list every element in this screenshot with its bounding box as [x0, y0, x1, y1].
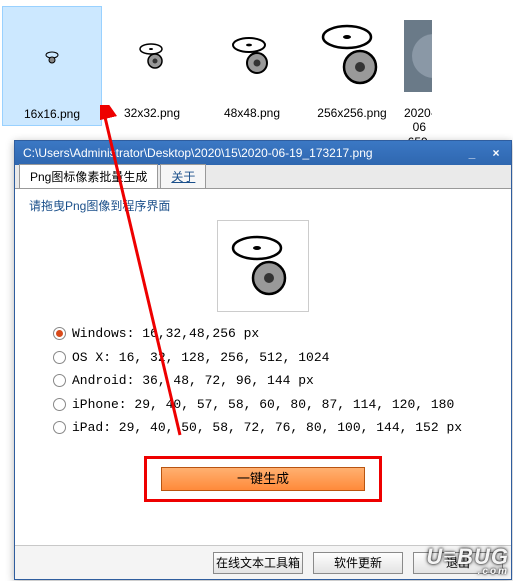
preset-label: OS X: 16, 32, 128, 256, 512, 1024 [72, 348, 329, 368]
preset-windows[interactable]: Windows: 16,32,48,256 px [53, 324, 501, 344]
preset-android[interactable]: Android: 36, 48, 72, 96, 144 px [53, 371, 501, 391]
file-item-cropped[interactable]: 2020-06 659. [402, 6, 432, 153]
thumbnail-256x256 [306, 10, 398, 102]
file-item-32x32[interactable]: 32x32.png [102, 6, 202, 124]
thumbnail-48x48 [206, 10, 298, 102]
radio-icon [53, 327, 66, 340]
bottom-button-bar: 在线文本工具箱 软件更新 退出 [15, 545, 511, 579]
close-button[interactable]: × [485, 144, 507, 162]
file-item-16x16[interactable]: 16x16.png [2, 6, 102, 126]
generate-highlight-box: 一键生成 [144, 456, 382, 502]
preset-ipad[interactable]: iPad: 29, 40, 50, 58, 72, 76, 80, 100, 1… [53, 418, 501, 438]
preview-disc-icon [227, 230, 299, 302]
client-area: Png图标像素批量生成 关于 请拖曳Png图像到程序界面 Windows: 16… [15, 165, 511, 579]
thumbnail-16x16 [6, 11, 98, 103]
thumbnail-32x32 [106, 10, 198, 102]
generate-button[interactable]: 一键生成 [161, 467, 365, 491]
file-item-48x48[interactable]: 48x48.png [202, 6, 302, 124]
drop-hint: 请拖曳Png图像到程序界面 [29, 197, 501, 214]
update-button[interactable]: 软件更新 [313, 552, 403, 574]
file-label: 16x16.png [24, 107, 80, 121]
thumbnail-photo [404, 10, 432, 102]
main-panel: 请拖曳Png图像到程序界面 Windows: 16,32,48,256 px O… [15, 189, 511, 508]
file-label: 256x256.png [317, 106, 386, 120]
file-item-256x256[interactable]: 256x256.png [302, 6, 402, 124]
window-title: C:\Users\Administrator\Desktop\2020\15\2… [23, 146, 459, 160]
file-label: 32x32.png [124, 106, 180, 120]
tab-main[interactable]: Png图标像素批量生成 [19, 164, 158, 188]
tab-about[interactable]: 关于 [160, 164, 206, 188]
preset-osx[interactable]: OS X: 16, 32, 128, 256, 512, 1024 [53, 348, 501, 368]
radio-icon [53, 374, 66, 387]
disc-icon [44, 49, 60, 65]
preview-box[interactable] [217, 220, 309, 312]
preset-label: iPad: 29, 40, 50, 58, 72, 76, 80, 100, 1… [72, 418, 462, 438]
radio-icon [53, 351, 66, 364]
toolbox-button[interactable]: 在线文本工具箱 [213, 552, 303, 574]
titlebar[interactable]: C:\Users\Administrator\Desktop\2020\15\2… [15, 141, 511, 165]
radio-icon [53, 421, 66, 434]
file-label: 48x48.png [224, 106, 280, 120]
tab-strip: Png图标像素批量生成 关于 [15, 165, 511, 189]
app-dialog: C:\Users\Administrator\Desktop\2020\15\2… [14, 140, 512, 580]
preset-label: Android: 36, 48, 72, 96, 144 px [72, 371, 314, 391]
preset-label: iPhone: 29, 40, 57, 58, 60, 80, 87, 114,… [72, 395, 454, 415]
exit-button[interactable]: 退出 [413, 552, 503, 574]
preset-iphone[interactable]: iPhone: 29, 40, 57, 58, 60, 80, 87, 114,… [53, 395, 501, 415]
preset-label: Windows: 16,32,48,256 px [72, 324, 259, 344]
radio-icon [53, 398, 66, 411]
explorer-file-strip: 16x16.png 32x32.png 48x48.png [0, 0, 513, 140]
minimize-button[interactable]: _ [461, 144, 483, 162]
